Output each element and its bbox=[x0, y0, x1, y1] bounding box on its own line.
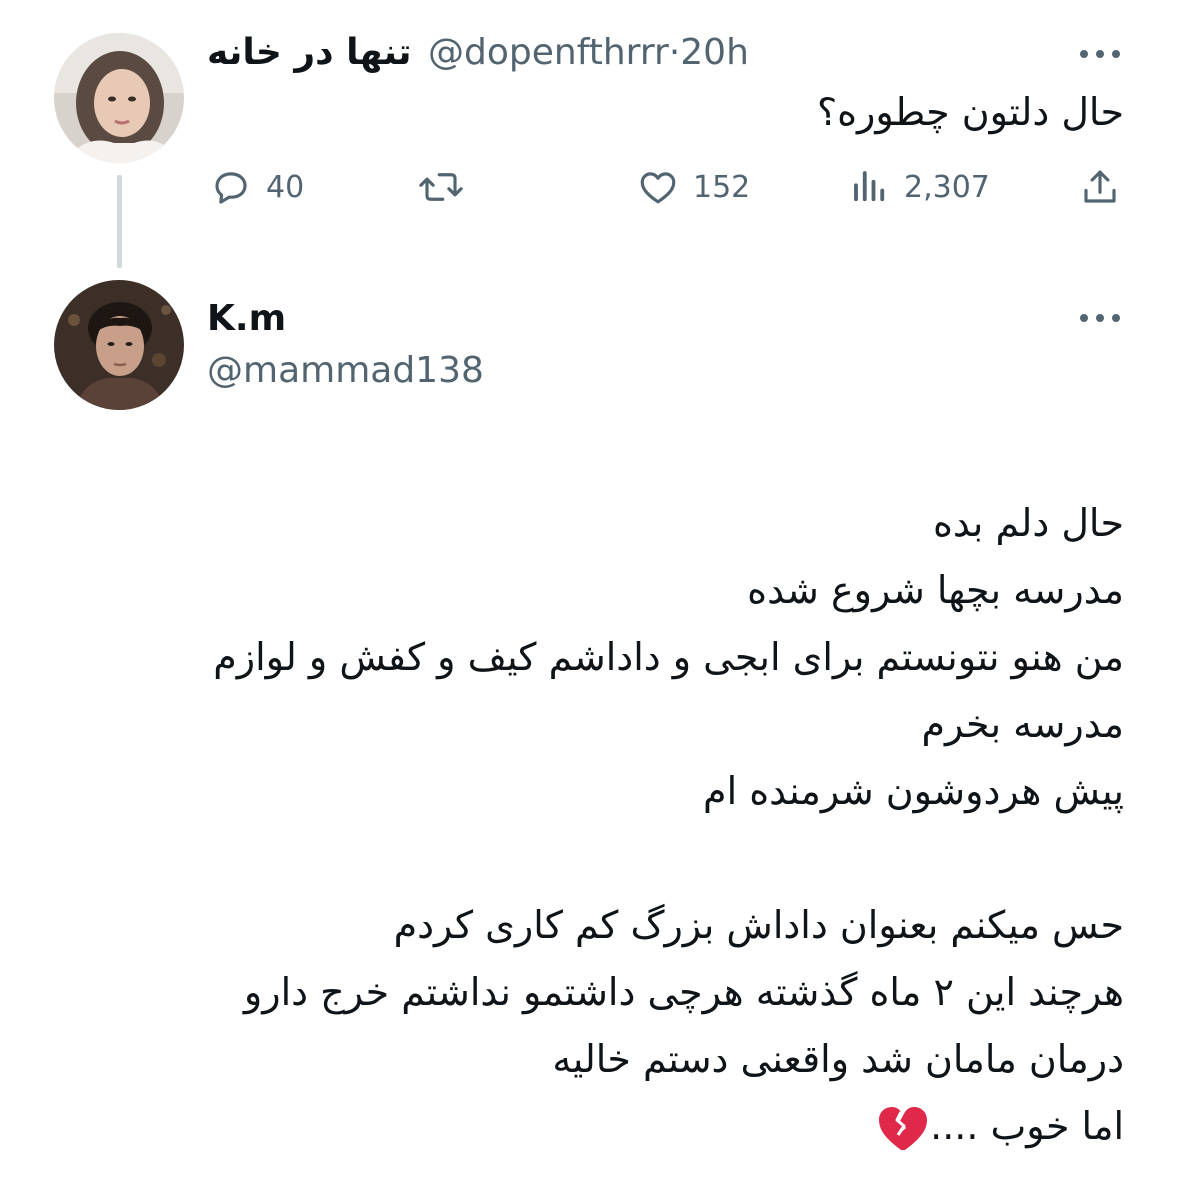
tweet-line: مدرسه بچها شروع شده bbox=[747, 568, 1124, 612]
heart-icon bbox=[640, 172, 676, 204]
avatar-dopenfthrrr[interactable] bbox=[54, 33, 184, 163]
retweet-icon bbox=[419, 173, 463, 201]
display-name[interactable]: K.m bbox=[207, 298, 286, 339]
meta-separator: · bbox=[668, 32, 681, 73]
reply-button[interactable]: 40 bbox=[210, 165, 304, 209]
retweet-button[interactable] bbox=[418, 165, 464, 209]
tweet-line: من هنو نتونستم برای ابجی و داداشم کیف و … bbox=[213, 635, 1124, 679]
views-count: 2,307 bbox=[904, 169, 990, 205]
tweet-text: حال دلتون چطوره؟ bbox=[816, 90, 1124, 134]
tweet-line-text: اما خوب .... bbox=[930, 1104, 1124, 1148]
tweet-line: مدرسه بخرم bbox=[921, 702, 1124, 746]
handle[interactable]: @dopenfthrrr bbox=[428, 32, 669, 73]
more-icon[interactable] bbox=[1078, 312, 1122, 324]
reply-count: 40 bbox=[266, 169, 305, 205]
timestamp[interactable]: 20h bbox=[680, 32, 749, 73]
views-button[interactable]: 2,307 bbox=[850, 165, 990, 209]
tweet-last-line: اما خوب .... bbox=[213, 1093, 1124, 1160]
tweet-meta: @dopenfthrrr·20h bbox=[428, 32, 749, 73]
display-name[interactable]: تنها در خانه bbox=[207, 32, 412, 73]
share-icon bbox=[1084, 170, 1116, 203]
tweet-line: درمان مامان شد واقعنی دستم خالیه bbox=[552, 1037, 1124, 1081]
reply-icon bbox=[215, 172, 247, 204]
more-icon[interactable] bbox=[1078, 48, 1122, 60]
tweet-line: حال دلم بده bbox=[932, 501, 1124, 545]
like-button[interactable]: 152 bbox=[637, 165, 750, 209]
share-button[interactable] bbox=[1080, 165, 1120, 209]
like-count: 152 bbox=[693, 169, 751, 205]
tweet-line: هرچند این ۲ ماه گذشته هرچی داشتمو نداشتم… bbox=[243, 970, 1124, 1014]
tweet-line: پیش هردوشون شرمنده ام bbox=[703, 769, 1124, 813]
tweet-text: حال دلم بده مدرسه بچها شروع شده من هنو ن… bbox=[213, 490, 1124, 1160]
handle[interactable]: @mammad138 bbox=[207, 350, 484, 391]
broken-heart-icon bbox=[879, 1106, 928, 1150]
avatar-mammad138[interactable] bbox=[54, 280, 184, 410]
thread-connector-line bbox=[117, 175, 122, 268]
tweet-line: حس میکنم بعنوان داداش بزرگ کم کاری کردم bbox=[393, 903, 1124, 947]
views-icon bbox=[854, 171, 885, 202]
